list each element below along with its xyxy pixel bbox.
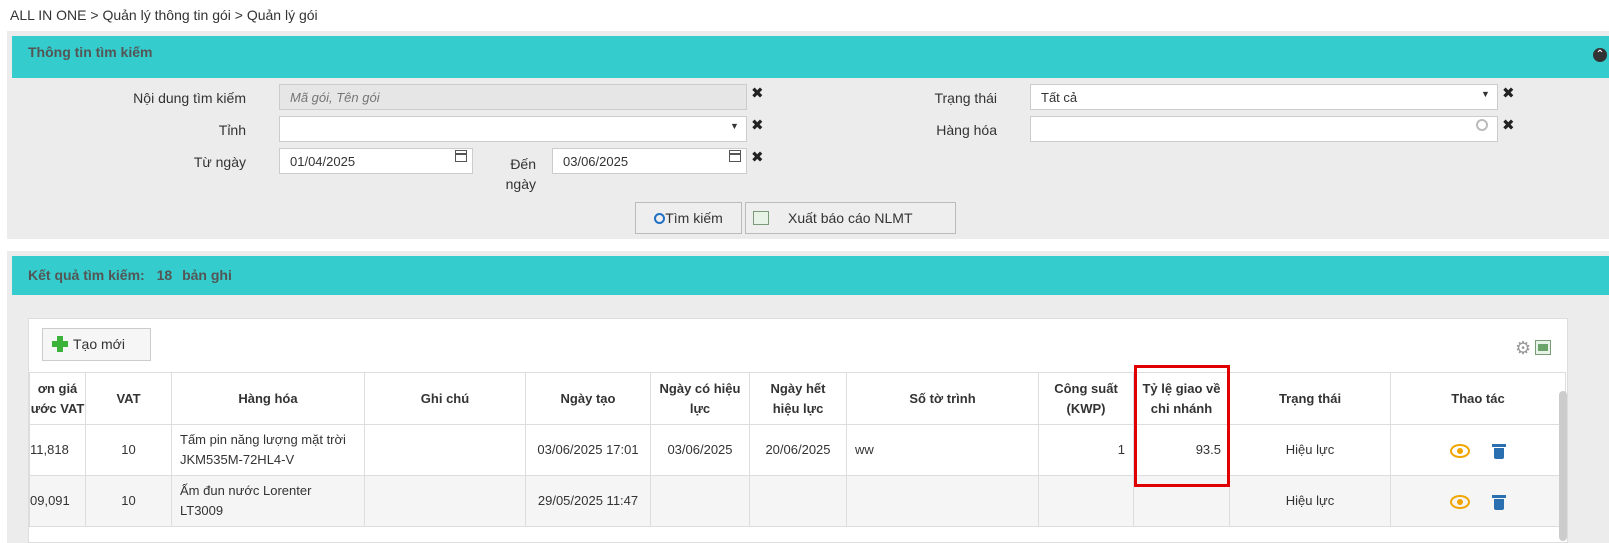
clear-goods-icon[interactable]: ✖	[1502, 118, 1515, 133]
status-select[interactable]: Tất cả	[1030, 84, 1498, 110]
result-panel: Kết quả tìm kiếm: 18 bản ghi Tạo mới ⚙ ơ…	[7, 251, 1609, 543]
col-effective[interactable]: Ngày có hiệu lực	[650, 372, 750, 425]
caret-down-icon: ▼	[1481, 89, 1490, 99]
col-actions: Thao tác	[1390, 372, 1566, 425]
clear-status-icon[interactable]: ✖	[1502, 86, 1515, 101]
eye-icon[interactable]	[1450, 443, 1470, 458]
search-icon	[654, 213, 666, 224]
cell-vat: 10	[85, 475, 172, 527]
col-note[interactable]: Ghi chú	[364, 372, 526, 425]
result-title: Kết quả tìm kiếm:	[28, 267, 145, 283]
cell-note	[364, 424, 526, 476]
result-count: 18	[156, 267, 173, 283]
cell-goods: Tấm pin năng lượng mặt trời JKM535M-72HL…	[171, 424, 365, 476]
col-expire[interactable]: Ngày hết hiệu lực	[749, 372, 847, 425]
cell-ratio: 93.5	[1133, 424, 1230, 476]
cell-capacity: 1	[1038, 424, 1134, 476]
cell-actions	[1390, 475, 1566, 527]
cell-created: 03/06/2025 17:01	[525, 424, 651, 476]
col-capacity[interactable]: Công suất (KWP)	[1038, 372, 1134, 425]
province-label: Tỉnh	[218, 122, 246, 138]
vertical-scrollbar[interactable]	[1559, 391, 1567, 541]
export-button[interactable]: Xuất báo cáo NLMT	[745, 202, 956, 234]
to-date-input[interactable]: 03/06/2025	[552, 148, 747, 174]
result-count-suffix: bản ghi	[182, 267, 232, 283]
search-button-label: Tìm kiếm	[665, 210, 723, 226]
keyword-input[interactable]	[279, 84, 747, 110]
calendar-icon[interactable]	[455, 150, 467, 162]
clear-province-icon[interactable]: ✖	[751, 118, 764, 133]
cell-created: 29/05/2025 11:47	[525, 475, 651, 527]
cell-effective	[650, 475, 750, 527]
new-button-label: Tạo mới	[73, 336, 125, 352]
province-select[interactable]	[279, 116, 747, 142]
cell-price: 09,091	[29, 475, 86, 527]
cell-note	[364, 475, 526, 527]
col-ratio[interactable]: Tỷ lệ giao về chi nhánh	[1133, 372, 1230, 425]
cell-vat: 10	[85, 424, 172, 476]
new-button[interactable]: Tạo mới	[42, 328, 151, 361]
search-panel-title: Thông tin tìm kiếm	[28, 44, 153, 60]
table-header-row: ơn giá ước VAT VAT Hàng hóa Ghi chú Ngày…	[29, 372, 1566, 425]
cell-goods: Ấm đun nước Lorenter LT3009	[171, 475, 365, 527]
eye-icon[interactable]	[1450, 494, 1470, 509]
table-row[interactable]: 11,818 10 Tấm pin năng lượng mặt trời JK…	[29, 424, 1566, 476]
trash-icon[interactable]	[1492, 494, 1506, 510]
gear-icon[interactable]: ⚙	[1515, 339, 1531, 357]
excel-export-icon[interactable]	[1535, 340, 1551, 355]
excel-icon	[753, 211, 769, 225]
search-panel-header[interactable]: Thông tin tìm kiếm ⌃	[12, 36, 1609, 78]
cell-ratio	[1133, 475, 1230, 527]
result-body: Tạo mới ⚙ ơn giá ước VAT VAT Hàng hóa Gh…	[28, 318, 1568, 543]
goods-input[interactable]	[1030, 116, 1498, 142]
cell-status: Hiệu lực	[1229, 475, 1391, 527]
col-status[interactable]: Trạng thái	[1229, 372, 1391, 425]
cell-proposal: ww	[846, 424, 1039, 476]
to-date-label: Đến ngày	[505, 156, 536, 192]
table-row[interactable]: 09,091 10 Ấm đun nước Lorenter LT3009 29…	[29, 475, 1566, 527]
cell-expire	[749, 475, 847, 527]
col-proposal[interactable]: Số tờ trình	[846, 372, 1039, 425]
search-button[interactable]: Tìm kiếm	[635, 202, 742, 234]
cell-proposal	[846, 475, 1039, 527]
status-label: Trạng thái	[934, 90, 997, 106]
result-table: ơn giá ước VAT VAT Hàng hóa Ghi chú Ngày…	[29, 372, 1566, 527]
col-vat[interactable]: VAT	[85, 372, 172, 425]
trash-icon[interactable]	[1492, 443, 1506, 459]
from-date-label: Từ ngày	[193, 154, 246, 170]
clear-keyword-icon[interactable]: ✖	[751, 86, 764, 101]
cell-actions	[1390, 424, 1566, 476]
keyword-label: Nội dung tìm kiếm	[133, 90, 246, 106]
cell-effective: 03/06/2025	[650, 424, 750, 476]
export-button-label: Xuất báo cáo NLMT	[788, 210, 913, 226]
from-date-input[interactable]: 01/04/2025	[279, 148, 473, 174]
result-panel-header: Kết quả tìm kiếm: 18 bản ghi	[12, 256, 1609, 295]
breadcrumb: ALL IN ONE > Quản lý thông tin gói > Quả…	[10, 7, 318, 23]
table-tools: ⚙	[1515, 339, 1555, 359]
col-goods[interactable]: Hàng hóa	[171, 372, 365, 425]
calendar-icon[interactable]	[729, 150, 741, 162]
clear-date-icon[interactable]: ✖	[751, 150, 764, 165]
chevron-up-icon[interactable]: ⌃	[1593, 48, 1607, 62]
col-price[interactable]: ơn giá ước VAT	[29, 372, 86, 425]
cell-capacity	[1038, 475, 1134, 527]
col-created[interactable]: Ngày tạo	[525, 372, 651, 425]
plus-icon	[52, 336, 68, 352]
caret-down-icon: ▼	[730, 121, 739, 131]
cell-price: 11,818	[29, 424, 86, 476]
search-icon[interactable]	[1476, 119, 1488, 131]
cell-status: Hiệu lực	[1229, 424, 1391, 476]
cell-expire: 20/06/2025	[749, 424, 847, 476]
goods-label: Hàng hóa	[936, 122, 997, 138]
